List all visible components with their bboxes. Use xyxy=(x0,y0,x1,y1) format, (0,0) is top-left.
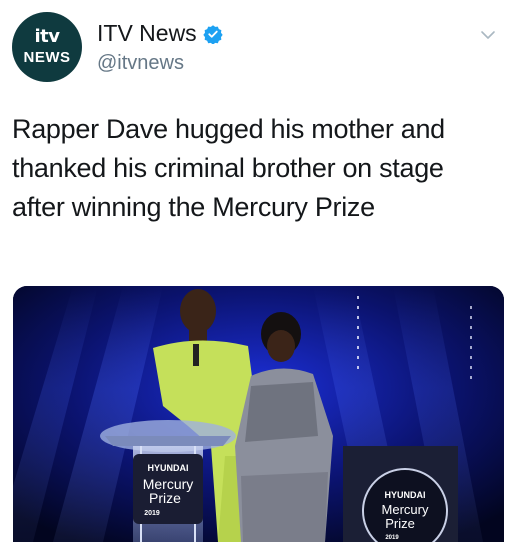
podium-title-line2: Prize xyxy=(149,490,181,506)
tweet-text-line: thanked his criminal brother on stage xyxy=(12,153,444,183)
stage-photo: HYUNDAI Mercury Prize 2019 HYUNDAI Mercu… xyxy=(13,286,504,542)
avatar-sub: NEWS xyxy=(23,48,71,66)
display-name[interactable]: ITV News xyxy=(97,20,197,47)
name-row: ITV News xyxy=(97,20,223,47)
chevron-down-icon[interactable] xyxy=(479,26,497,44)
tweet-header: itv NEWS ITV News @itvnews xyxy=(12,12,499,82)
handle[interactable]: @itvnews xyxy=(97,52,184,75)
trophy-title-line1: Mercury xyxy=(382,502,429,517)
trophy-year: 2019 xyxy=(385,535,399,541)
tweet-text: Rapper Dave hugged his mother and thanke… xyxy=(12,110,497,227)
avatar[interactable]: itv NEWS xyxy=(12,12,82,82)
tweet-text-line: after winning the Mercury Prize xyxy=(12,192,375,222)
podium-brand: HYUNDAI xyxy=(147,463,188,473)
trophy-title-line2: Prize xyxy=(385,516,415,531)
trophy-brand: HYUNDAI xyxy=(384,490,425,500)
podium-year: 2019 xyxy=(144,510,160,517)
avatar-brand: itv xyxy=(34,25,60,47)
tweet-media-photo[interactable]: HYUNDAI Mercury Prize 2019 HYUNDAI Mercu… xyxy=(13,286,504,542)
verified-badge-icon xyxy=(203,24,223,44)
trophy-stand: HYUNDAI Mercury Prize 2019 xyxy=(343,446,458,542)
tweet-text-line: Rapper Dave hugged his mother and xyxy=(12,114,445,144)
